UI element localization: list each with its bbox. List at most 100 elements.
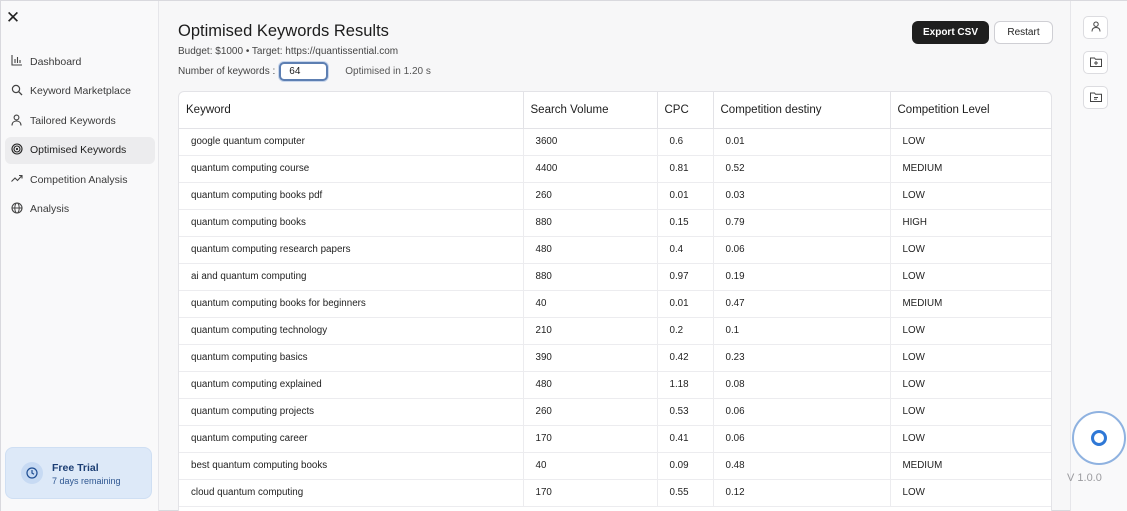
user-icon <box>1091 19 1101 37</box>
keyword-cell: quantum computing books <box>179 209 524 237</box>
competition-destiny-cell: 0.23 <box>713 344 891 372</box>
keyword-cell: quantum computing books pdf <box>179 182 524 210</box>
trend-icon <box>10 172 23 185</box>
sidebar: ✕ Dashboard Keyword Marketplace Tailored… <box>1 1 159 511</box>
search-volume-cell: 3600 <box>523 128 658 156</box>
table-row[interactable]: quantum computing books for beginners 40 0… <box>179 290 1051 318</box>
competition-destiny-cell: 0.08 <box>713 371 891 399</box>
sidebar-item-label: Tailored Keywords <box>30 114 116 127</box>
competition-destiny-cell: 0.19 <box>713 263 891 291</box>
cpc-cell: 0.2 <box>657 317 714 345</box>
table-row[interactable]: quantum computing books 880 0.15 0.79 HIGH <box>179 209 1051 237</box>
sidebar-item-competition-analysis[interactable]: Competition Analysis <box>5 166 155 193</box>
search-volume-cell: 40 <box>523 290 658 318</box>
competition-destiny-cell: 0.1 <box>713 317 891 345</box>
globe-icon <box>10 202 23 215</box>
cpc-cell: 0.53 <box>657 398 714 426</box>
column-header-search-volume[interactable]: Search Volume <box>523 92 658 129</box>
competition-level-cell: LOW <box>890 182 1051 210</box>
search-volume-cell: 170 <box>523 479 658 507</box>
competition-level-cell: LOW <box>890 236 1051 264</box>
competition-destiny-cell: 0.06 <box>713 425 891 453</box>
table-row[interactable]: google quantum computer 3600 0.6 0.01 LOW <box>179 128 1051 156</box>
budget-target-meta: Budget: $1000 • Target: https://quantiss… <box>178 46 399 57</box>
sidebar-item-label: Dashboard <box>30 55 82 68</box>
sidebar-item-keyword-marketplace[interactable]: Keyword Marketplace <box>5 78 155 105</box>
page-title: Optimised Keywords Results <box>178 22 389 40</box>
profile-button[interactable] <box>1083 16 1108 39</box>
sidebar-nav: Dashboard Keyword Marketplace Tailored K… <box>1 48 159 225</box>
search-volume-cell: 480 <box>523 236 658 264</box>
sidebar-item-optimised-keywords[interactable]: Optimised Keywords <box>5 136 155 164</box>
search-volume-cell: 390 <box>523 344 658 372</box>
keyword-cell: quantum computing course <box>179 155 524 183</box>
competition-destiny-cell: 0.12 <box>713 479 891 507</box>
trial-subtitle: 7 days remaining <box>52 476 121 486</box>
keyword-count-input[interactable]: 64 <box>279 62 329 81</box>
cpc-cell: 0.55 <box>657 479 714 507</box>
keyword-cell: quantum computing technology <box>179 317 524 345</box>
competition-destiny-cell: 0.48 <box>713 452 891 480</box>
competition-level-cell: LOW <box>890 425 1051 453</box>
sidebar-item-analysis[interactable]: Analysis <box>5 196 155 223</box>
target-icon <box>10 143 23 156</box>
table-row[interactable]: quantum computing research papers 480 0.4 0… <box>179 236 1051 264</box>
keyword-cell: cloud quantum computing <box>179 479 524 507</box>
competition-level-cell: LOW <box>890 263 1051 291</box>
competition-level-cell: LOW <box>890 128 1051 156</box>
competition-level-cell: LOW <box>890 398 1051 426</box>
keyword-cell: best quantum computing books <box>179 452 524 480</box>
folder-icon <box>1089 89 1102 107</box>
keyword-cell: quantum computing books for beginners <box>179 290 524 318</box>
sidebar-item-label: Optimised Keywords <box>30 144 127 156</box>
table-row[interactable]: best quantum computing books 40 0.09 0.48 ME… <box>179 452 1051 480</box>
column-header-competition-destiny[interactable]: Competition destiny <box>713 92 891 129</box>
close-icon[interactable]: ✕ <box>5 9 21 26</box>
table-row[interactable]: quantum computing books pdf 260 0.01 0.03 LO… <box>179 182 1051 210</box>
new-folder-button[interactable] <box>1083 51 1108 74</box>
export-csv-button[interactable]: Export CSV <box>912 21 989 44</box>
competition-level-cell: LOW <box>890 344 1051 372</box>
competition-destiny-cell: 0.06 <box>713 398 891 426</box>
free-trial-card[interactable]: Free Trial 7 days remaining <box>5 447 152 499</box>
cpc-cell: 0.4 <box>657 236 714 264</box>
table-row[interactable]: ai and quantum computing 880 0.97 0.19 LOW <box>179 263 1051 291</box>
table-row[interactable]: quantum computing technology 210 0.2 0.1 LOW <box>179 317 1051 345</box>
circle-icon <box>1091 430 1107 446</box>
keyword-cell: quantum computing career <box>179 425 524 453</box>
table-row[interactable]: quantum computing projects 260 0.53 0.06 LOW <box>179 398 1051 426</box>
cpc-cell: 0.97 <box>657 263 714 291</box>
search-volume-cell: 260 <box>523 398 658 426</box>
sidebar-item-label: Competition Analysis <box>30 173 128 186</box>
restart-button[interactable]: Restart <box>994 21 1053 44</box>
table-row[interactable]: quantum computing explained 480 1.18 0.08 LO… <box>179 371 1051 399</box>
cpc-cell: 0.01 <box>657 290 714 318</box>
sidebar-item-label: Keyword Marketplace <box>30 85 131 97</box>
table-row[interactable]: quantum computing course 4400 0.81 0.52 MEDI… <box>179 155 1051 183</box>
folder-add-icon <box>1089 54 1102 72</box>
keyword-count-row: Number of keywords : 64 Optimised in 1.2… <box>178 62 431 81</box>
competition-level-cell: HIGH <box>890 209 1051 237</box>
sidebar-item-tailored-keywords[interactable]: Tailored Keywords <box>5 107 155 134</box>
table-row[interactable]: quantum computing career 170 0.41 0.06 LOW <box>179 425 1051 453</box>
clock-icon <box>21 462 43 484</box>
keyword-cell: quantum computing explained <box>179 371 524 399</box>
competition-destiny-cell: 0.79 <box>713 209 891 237</box>
competition-level-cell: LOW <box>890 479 1051 507</box>
cpc-cell: 0.01 <box>657 182 714 210</box>
folder-button[interactable] <box>1083 86 1108 109</box>
column-header-keyword[interactable]: Keyword <box>179 92 524 129</box>
sidebar-item-dashboard[interactable]: Dashboard <box>5 48 155 75</box>
competition-level-cell: LOW <box>890 317 1051 345</box>
table-row[interactable]: cloud quantum computing 170 0.55 0.12 LOW <box>179 479 1051 507</box>
assistant-fab[interactable] <box>1072 411 1126 465</box>
table-row[interactable]: quantum computing basics 390 0.42 0.23 LOW <box>179 344 1051 372</box>
competition-level-cell: MEDIUM <box>890 155 1051 183</box>
competition-level-cell: LOW <box>890 371 1051 399</box>
competition-destiny-cell: 0.47 <box>713 290 891 318</box>
search-volume-cell: 210 <box>523 317 658 345</box>
search-volume-cell: 260 <box>523 182 658 210</box>
column-header-cpc[interactable]: CPC <box>657 92 714 129</box>
column-header-competition-level[interactable]: Competition Level <box>890 92 1051 129</box>
keyword-cell: quantum computing basics <box>179 344 524 372</box>
